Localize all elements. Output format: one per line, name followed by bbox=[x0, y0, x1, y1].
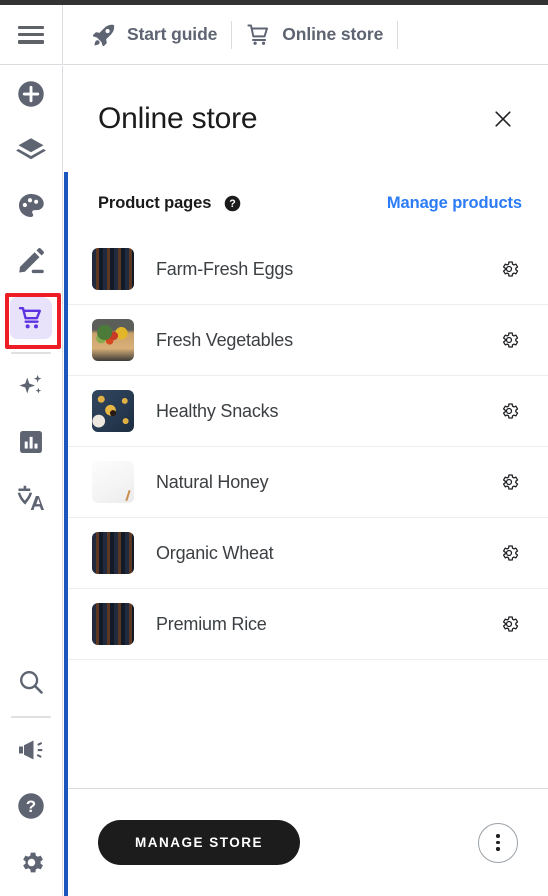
sidebar-item-add[interactable] bbox=[0, 66, 62, 122]
tab-online-store-label: Online store bbox=[282, 24, 384, 44]
magnifier-icon bbox=[20, 671, 43, 694]
manage-store-button[interactable]: MANAGE STORE bbox=[98, 820, 300, 865]
table-row[interactable]: Premium Rice bbox=[64, 589, 548, 660]
product-thumbnail bbox=[92, 248, 134, 290]
shopping-cart-icon bbox=[18, 306, 41, 328]
layers-icon bbox=[16, 138, 46, 160]
tab-start-guide[interactable]: Start guide bbox=[77, 5, 231, 65]
table-row[interactable]: Farm-Fresh Eggs bbox=[64, 234, 548, 305]
gear-icon bbox=[502, 403, 519, 419]
sidebar-item-edit[interactable] bbox=[0, 234, 62, 290]
more-vertical-icon bbox=[496, 834, 500, 851]
close-panel-button[interactable] bbox=[484, 100, 522, 138]
sparkles-icon bbox=[19, 374, 42, 394]
product-name: Healthy Snacks bbox=[156, 400, 279, 421]
panel-footer: MANAGE STORE bbox=[64, 788, 548, 896]
panel-header: Online store bbox=[64, 66, 548, 172]
table-row[interactable]: Healthy Snacks bbox=[64, 376, 548, 447]
section-title: Product pages bbox=[98, 193, 212, 212]
bar-chart-icon bbox=[20, 431, 42, 453]
question-circle-icon[interactable]: ? bbox=[224, 195, 241, 212]
question-circle-icon: ? bbox=[18, 793, 44, 819]
top-bar: Start guide Online store bbox=[0, 4, 548, 65]
translate-icon bbox=[17, 485, 44, 510]
product-thumbnail bbox=[92, 461, 134, 503]
product-name: Premium Rice bbox=[156, 613, 267, 634]
panel-accent-bar bbox=[64, 172, 68, 896]
sidebar-bottom-group: ? bbox=[0, 654, 62, 890]
tab-online-store[interactable]: Online store bbox=[232, 5, 397, 65]
sidebar-item-translate[interactable] bbox=[0, 470, 62, 526]
gear-icon bbox=[502, 261, 519, 277]
product-thumbnail bbox=[92, 390, 134, 432]
pencil-icon bbox=[19, 248, 44, 274]
product-settings-button[interactable] bbox=[496, 611, 522, 637]
product-settings-button[interactable] bbox=[496, 540, 522, 566]
gear-icon bbox=[502, 545, 519, 561]
table-row[interactable]: Natural Honey bbox=[64, 447, 548, 518]
more-options-button[interactable] bbox=[478, 822, 518, 863]
product-settings-button[interactable] bbox=[496, 327, 522, 353]
svg-text:?: ? bbox=[26, 797, 36, 816]
sidebar-item-ai-assistant[interactable] bbox=[0, 358, 62, 414]
top-bar-divider-2 bbox=[397, 20, 399, 49]
hamburger-menu-button[interactable] bbox=[0, 4, 63, 65]
product-settings-button[interactable] bbox=[496, 256, 522, 282]
product-name: Natural Honey bbox=[156, 471, 269, 492]
product-settings-button[interactable] bbox=[496, 469, 522, 495]
page-title: Online store bbox=[98, 102, 258, 135]
sidebar-divider-bottom bbox=[11, 716, 51, 718]
product-thumbnail bbox=[92, 532, 134, 574]
product-thumbnail bbox=[92, 319, 134, 361]
sidebar-item-search[interactable] bbox=[0, 654, 62, 710]
hamburger-menu-icon bbox=[18, 25, 44, 44]
plus-circle-icon bbox=[18, 81, 44, 107]
tab-start-guide-label: Start guide bbox=[127, 24, 218, 44]
sidebar-divider-top bbox=[11, 352, 51, 354]
product-name: Organic Wheat bbox=[156, 542, 274, 563]
gear-icon bbox=[502, 474, 519, 490]
sidebar-item-store[interactable] bbox=[0, 290, 62, 346]
close-x-icon bbox=[495, 111, 511, 127]
table-row[interactable]: Fresh Vegetables bbox=[64, 305, 548, 376]
sidebar-item-settings[interactable] bbox=[0, 834, 62, 890]
sidebar-item-help[interactable]: ? bbox=[0, 778, 62, 834]
sidebar-item-store-tile bbox=[10, 297, 52, 339]
sidebar-item-announcements[interactable] bbox=[0, 722, 62, 778]
product-name: Fresh Vegetables bbox=[156, 329, 293, 350]
product-list: Farm-Fresh Eggs Fresh Vegetables Healthy… bbox=[64, 234, 548, 852]
manage-products-link[interactable]: Manage products bbox=[387, 194, 522, 213]
product-thumbnail bbox=[92, 603, 134, 645]
gear-icon bbox=[22, 852, 43, 872]
sidebar-top-group bbox=[0, 66, 62, 526]
sidebar-item-design[interactable] bbox=[0, 178, 62, 234]
sidebar-item-pages[interactable] bbox=[0, 122, 62, 178]
left-sidebar: ? bbox=[0, 66, 63, 896]
megaphone-icon bbox=[19, 740, 43, 760]
svg-text:?: ? bbox=[230, 198, 236, 210]
product-pages-section-header: Product pages ? Manage products bbox=[64, 172, 548, 234]
shopping-cart-icon bbox=[247, 23, 269, 45]
product-name: Farm-Fresh Eggs bbox=[156, 258, 294, 279]
app-root: Start guide Online store ? Online store … bbox=[0, 0, 548, 896]
top-bar-items: Start guide Online store bbox=[63, 5, 548, 65]
gear-icon bbox=[502, 332, 519, 348]
rocket-icon bbox=[92, 24, 115, 46]
gear-icon bbox=[502, 616, 519, 632]
product-settings-button[interactable] bbox=[496, 398, 522, 424]
sidebar-item-analytics[interactable] bbox=[0, 414, 62, 470]
online-store-panel: Online store Product pages ? Manage prod… bbox=[64, 66, 548, 896]
table-row[interactable]: Organic Wheat bbox=[64, 518, 548, 589]
palette-icon bbox=[19, 194, 44, 217]
